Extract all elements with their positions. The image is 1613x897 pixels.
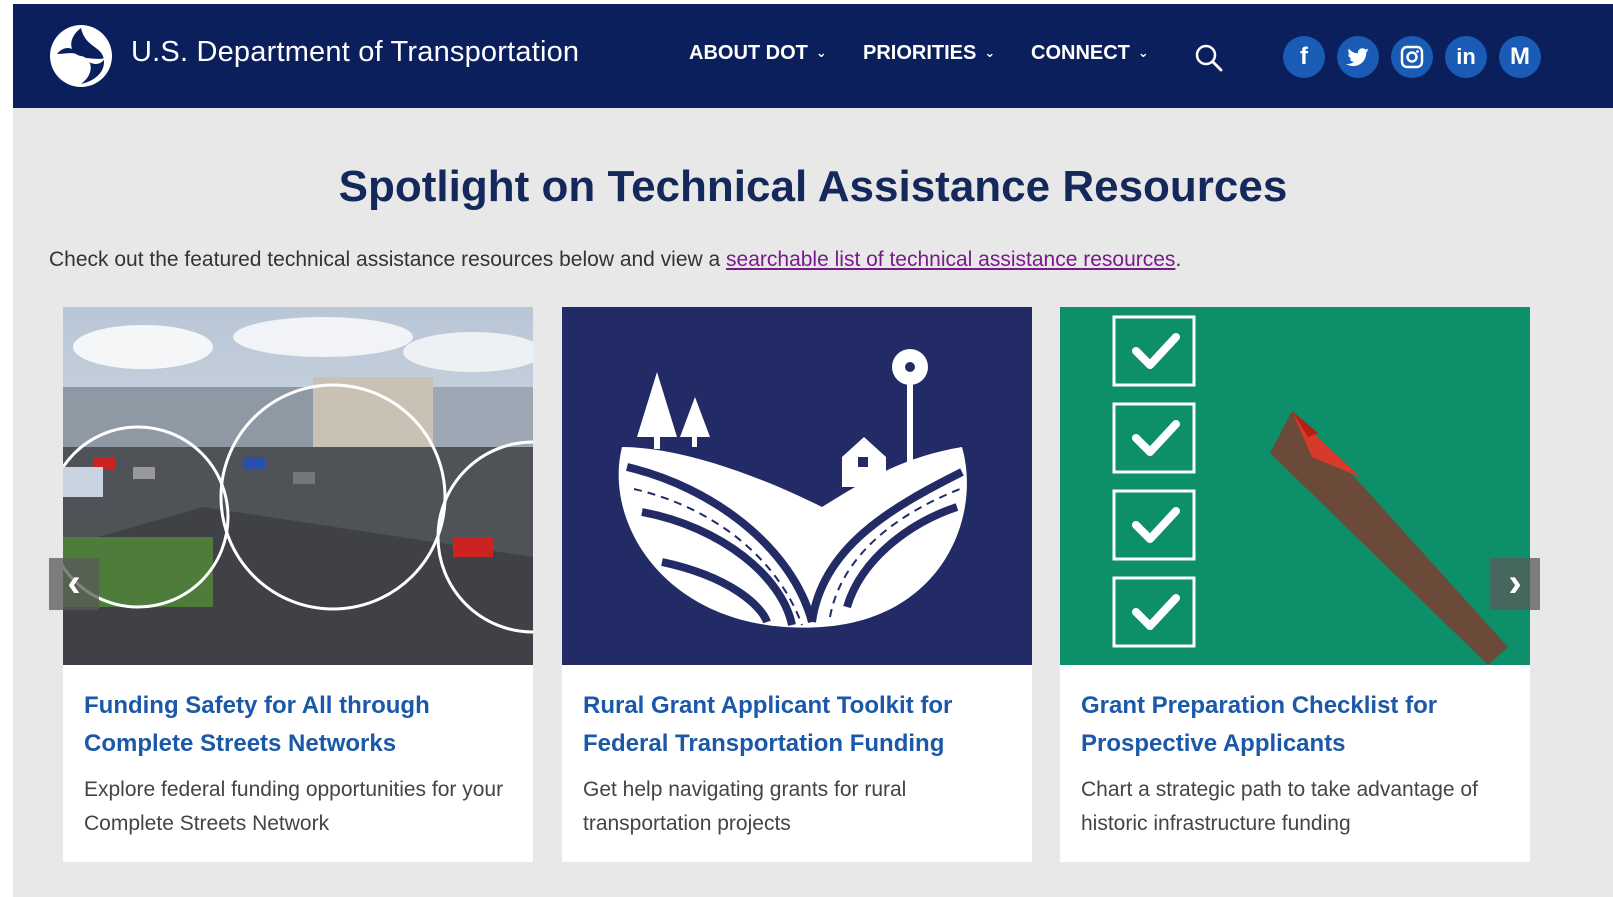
intro-lead: Check out the featured technical assista… [49,248,727,271]
twitter-bird-glyph [1346,48,1369,67]
instagram-camera-glyph [1400,45,1424,69]
nav-connect[interactable]: CONNECT ⌄ [1031,42,1149,65]
site-header: U.S. Department of Transportation ABOUT … [13,4,1613,108]
resource-card[interactable]: Rural Grant Applicant Toolkit for Federa… [562,307,1032,862]
card-title[interactable]: Rural Grant Applicant Toolkit for Federa… [583,687,1013,763]
chevron-down-icon: ⌄ [815,45,827,60]
nav-label: ABOUT DOT [689,42,808,64]
rural-landscape-image[interactable] [562,307,1032,665]
checklist-image[interactable] [1060,307,1530,665]
carousel-next-button[interactable]: › [1490,558,1540,610]
resource-card[interactable]: Grant Preparation Checklist for Prospect… [1060,307,1530,862]
intro-period: . [1175,248,1182,271]
carousel-prev-button[interactable]: ‹ [49,558,99,610]
facebook-glyph: f [1300,43,1308,70]
chevron-left-icon: ‹ [67,561,81,605]
card-description: Get help navigating grants for rural tra… [583,778,907,835]
nav-label: PRIORITIES [863,42,977,64]
complete-streets-image[interactable] [63,307,533,665]
card-title[interactable]: Grant Preparation Checklist for Prospect… [1081,687,1511,763]
linkedin-icon[interactable]: in [1445,36,1487,78]
chevron-down-icon: ⌄ [984,45,996,60]
nav-priorities[interactable]: PRIORITIES ⌄ [863,42,995,65]
instagram-icon[interactable] [1391,36,1433,78]
card-description: Chart a strategic path to take advantage… [1081,778,1478,835]
searchable-resources-link[interactable]: searchable list of technical assistance … [726,248,1175,271]
page-title: Spotlight on Technical Assistance Resour… [338,162,1288,211]
facebook-icon[interactable]: f [1283,36,1325,78]
card-title[interactable]: Funding Safety for All through Complete … [84,687,514,763]
dot-logo-icon[interactable] [49,24,113,88]
search-icon[interactable] [1193,42,1225,74]
card-description: Explore federal funding opportunities fo… [84,778,504,835]
resource-card[interactable]: Funding Safety for All through Complete … [63,307,533,862]
twitter-icon[interactable] [1337,36,1379,78]
nav-about-dot[interactable]: ABOUT DOT ⌄ [689,42,827,65]
nav-label: CONNECT [1031,42,1130,64]
intro-text: Check out the featured technical assista… [49,248,1181,272]
chevron-down-icon: ⌄ [1137,45,1149,60]
medium-glyph: M [1510,43,1530,70]
linkedin-glyph: in [1456,44,1476,69]
chevron-right-icon: › [1508,561,1522,605]
site-title[interactable]: U.S. Department of Transportation [131,36,579,69]
page-frame: U.S. Department of Transportation ABOUT … [13,4,1613,897]
medium-icon[interactable]: M [1499,36,1541,78]
